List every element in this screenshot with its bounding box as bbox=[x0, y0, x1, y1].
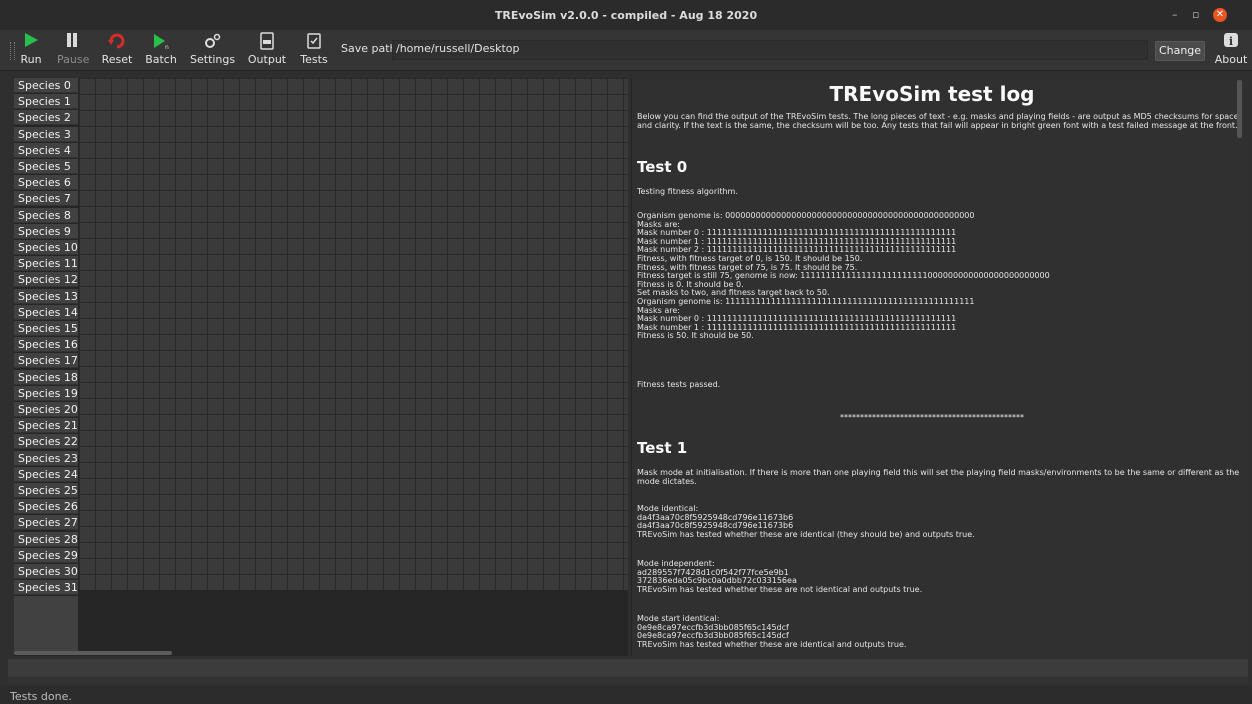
status-text: Tests done. bbox=[10, 690, 72, 703]
log-title: TREvoSim test log bbox=[829, 82, 1035, 106]
reset-icon bbox=[101, 32, 133, 52]
species-label: Species 10 bbox=[14, 240, 78, 255]
svg-text:i: i bbox=[1229, 35, 1233, 48]
title-bar: TREvoSim v2.0.0 - compiled - Aug 18 2020… bbox=[0, 0, 1252, 31]
settings-label: Settings bbox=[190, 53, 236, 66]
test0-body: Organism genome is: 00000000000000000000… bbox=[637, 211, 1050, 341]
status-bar: Tests done. bbox=[0, 686, 1252, 704]
species-label: Species 25 bbox=[14, 483, 78, 498]
batch-button[interactable]: n Batch bbox=[145, 32, 177, 68]
species-label: Species 26 bbox=[14, 499, 78, 515]
tests-label: Tests bbox=[300, 53, 328, 66]
reset-button[interactable]: Reset bbox=[101, 32, 133, 68]
run-button[interactable]: Run bbox=[20, 32, 42, 68]
species-label: Species 2 bbox=[14, 110, 78, 126]
species-label: Species 4 bbox=[14, 142, 78, 158]
species-label: Species 1 bbox=[14, 94, 78, 110]
log-file-icon bbox=[247, 32, 287, 52]
species-label: Species 31 bbox=[14, 580, 78, 596]
species-label: Species 23 bbox=[14, 450, 78, 466]
test0-result: Fitness tests passed. bbox=[637, 380, 721, 389]
svg-text:n: n bbox=[165, 44, 169, 50]
bottom-divider bbox=[8, 678, 1248, 684]
play-icon bbox=[20, 32, 42, 52]
test1-independent: Mode independent: ad289557f7428d1c0f542f… bbox=[637, 559, 923, 594]
output-button[interactable]: Output bbox=[247, 32, 287, 68]
species-label: Species 6 bbox=[14, 175, 78, 191]
minimize-button[interactable]: – bbox=[1172, 8, 1178, 21]
species-label: Species 27 bbox=[14, 515, 78, 531]
info-icon: i bbox=[1213, 32, 1249, 52]
pause-label: Pause bbox=[57, 53, 90, 66]
test-log-panel: TREvoSim test log Below you can find the… bbox=[631, 78, 1248, 656]
log-scrollbar[interactable] bbox=[1237, 80, 1242, 138]
species-label: Species 17 bbox=[14, 353, 78, 369]
species-label: Species 14 bbox=[14, 304, 78, 320]
species-label: Species 15 bbox=[14, 321, 78, 336]
restore-button[interactable]: ▫ bbox=[1192, 8, 1199, 21]
save-path-value[interactable]: /home/russell/Desktop bbox=[396, 42, 520, 55]
log-intro: Below you can find the output of the TRE… bbox=[637, 112, 1239, 130]
species-label: Species 30 bbox=[14, 564, 78, 579]
species-panel: Species 0 Species 1 Species 2 Species 3 Spec… bbox=[14, 78, 628, 656]
species-label-filler bbox=[14, 596, 78, 652]
test0-description: Testing fitness algorithm. bbox=[637, 187, 738, 196]
species-label: Species 19 bbox=[14, 385, 78, 401]
output-label: Output bbox=[247, 53, 287, 66]
species-label: Species 12 bbox=[14, 272, 78, 288]
reset-label: Reset bbox=[101, 53, 133, 66]
checklist-icon bbox=[299, 32, 329, 52]
horizontal-scrollbar[interactable] bbox=[14, 651, 172, 655]
test1-description: Mask mode at initialisation. If there is… bbox=[637, 468, 1240, 486]
progress-bar bbox=[8, 659, 1248, 677]
close-button[interactable]: ✕ bbox=[1213, 8, 1227, 22]
test1-identical: Mode identical: da4f3aa70c8f5925948cd796… bbox=[637, 504, 975, 539]
gears-icon bbox=[190, 32, 234, 52]
species-label: Species 28 bbox=[14, 531, 78, 547]
species-label: Species 22 bbox=[14, 434, 78, 450]
about-button[interactable]: i About bbox=[1213, 32, 1249, 68]
species-label: Species 20 bbox=[14, 402, 78, 417]
species-label: Species 11 bbox=[14, 256, 78, 272]
species-label: Species 9 bbox=[14, 223, 78, 239]
species-label: Species 24 bbox=[14, 466, 78, 482]
pause-button[interactable]: Pause bbox=[57, 32, 90, 68]
species-label: Species 8 bbox=[14, 207, 78, 223]
species-label: Species 3 bbox=[14, 126, 78, 142]
species-label: Species 7 bbox=[14, 191, 78, 207]
tests-button[interactable]: Tests bbox=[299, 32, 329, 68]
species-label: Species 0 bbox=[14, 78, 78, 93]
species-label: Species 29 bbox=[14, 547, 78, 563]
species-label: Species 16 bbox=[14, 337, 78, 353]
species-genome-grid bbox=[79, 78, 628, 590]
log-separator: ****************************************… bbox=[840, 413, 1024, 422]
run-label: Run bbox=[20, 53, 42, 66]
toolbar: Run Pause Reset n Batch Settings Output … bbox=[0, 30, 1252, 71]
species-label: Species 13 bbox=[14, 288, 78, 304]
test0-heading: Test 0 bbox=[637, 158, 688, 176]
about-label: About bbox=[1214, 53, 1248, 66]
test1-heading: Test 1 bbox=[637, 439, 688, 457]
test1-start-identical: Mode start identical: 0e9e8ca97eccfb3d3b… bbox=[637, 614, 907, 649]
batch-label: Batch bbox=[145, 53, 177, 66]
toolbar-grip[interactable] bbox=[10, 42, 15, 60]
species-label: Species 5 bbox=[14, 159, 78, 174]
pause-icon bbox=[57, 32, 87, 52]
species-label: Species 18 bbox=[14, 369, 78, 385]
batch-play-icon: n bbox=[145, 32, 177, 52]
change-path-button[interactable]: Change bbox=[1155, 41, 1205, 61]
settings-button[interactable]: Settings bbox=[190, 32, 236, 68]
window-title: TREvoSim v2.0.0 - compiled - Aug 18 2020 bbox=[494, 9, 758, 22]
species-label: Species 21 bbox=[14, 418, 78, 434]
